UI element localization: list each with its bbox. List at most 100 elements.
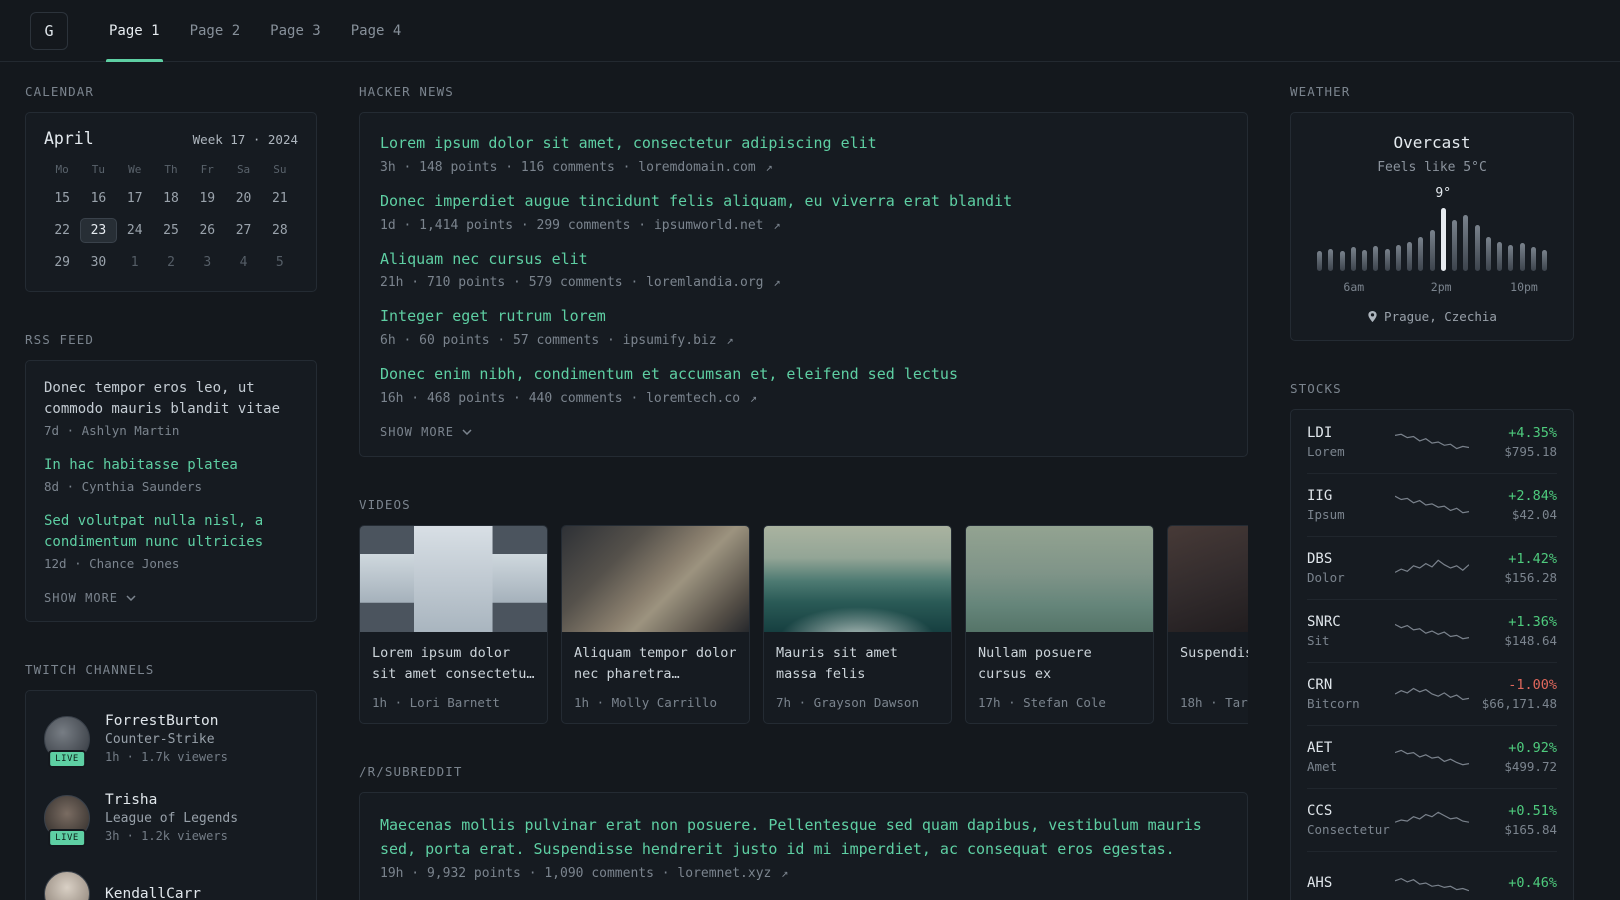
video-card[interactable]: Nullam posuere cursus ex 17h · Stefan Col… [965,524,1154,724]
stock-sparkline [1395,429,1469,455]
calendar-day: 21 [272,191,288,206]
stock-row[interactable]: IIG Ipsum +2.84% $42.04 [1307,473,1557,536]
subreddit-item-domain[interactable]: loremnet.xyz ↗ [677,866,788,881]
hackernews-item-domain[interactable]: loremtech.co ↗ [646,391,757,406]
stock-sparkline-chart [1395,623,1469,640]
rss-show-more-button[interactable]: SHOW MORE [44,591,136,605]
rss-item-title[interactable]: Donec tempor eros leo, ut commodo mauris… [44,378,298,420]
weather-card: Overcast Feels like 5°C 9° 6am 2pm 10pm Pr… [1290,112,1574,341]
tab-page-2[interactable]: Page 2 [175,0,256,61]
twitch-channel-row[interactable]: LIVE ForrestBurton Counter-Strike 1h · 1.7k… [44,699,298,778]
hackernews-item-meta: 1d · 1,414 points · 299 comments · ipsum… [380,218,1227,233]
stock-row[interactable]: SNRC Sit +1.36% $148.64 [1307,599,1557,662]
video-card-body: Nullam posuere cursus ex 17h · Stefan Col… [966,632,1153,723]
hackernews-item-title[interactable]: Aliquam nec cursus elit [380,249,588,271]
tab-page-4[interactable]: Page 4 [336,0,417,61]
calendar-day: 28 [272,223,288,238]
stock-row[interactable]: AET Amet +0.92% $499.72 [1307,725,1557,788]
tab-page-1[interactable]: Page 1 [94,0,175,62]
hackernews-item-domain[interactable]: ipsumify.biz ↗ [623,333,734,348]
rss-list: Donec tempor eros leo, ut commodo mauris… [44,378,298,571]
video-card[interactable]: Aliquam tempor dolor nec pharetra… 1h · M… [561,524,750,724]
weather-bar [1463,214,1469,271]
hackernews-item: Integer eget rutrum lorem 6h · 60 points … [380,306,1227,348]
calendar-day: 19 [199,191,216,206]
stock-values: +0.46% [1469,875,1557,891]
weather-bar [1384,248,1390,271]
twitch-channel-name[interactable]: KendallCarr [105,886,201,900]
twitch-channel-row[interactable]: LIVE Trisha League of Legends 3h · 1.2k vie… [44,778,298,857]
stock-sparkline-chart [1395,811,1469,823]
app-logo: G [30,11,68,50]
video-thumbnail [966,525,1153,632]
rss-item-meta: 8d · Cynthia Saunders [44,479,203,494]
stock-price: $165.84 [1504,822,1557,837]
subreddit-item-title[interactable]: Maecenas mollis pulvinar erat non posuer… [380,813,1227,861]
stock-name: Ipsum [1307,507,1345,522]
weather-bar [1485,236,1491,271]
subreddit-card: Maecenas mollis pulvinar erat non posuer… [359,791,1248,900]
hackernews-show-more-button[interactable]: SHOW MORE [380,425,472,439]
calendar-header: April Week 17 · 2024 [44,129,298,148]
video-title[interactable]: Lorem ipsum dolor sit amet consectetu… [372,643,535,685]
live-badge: LIVE [48,828,86,847]
stock-symbol: AET [1307,740,1333,756]
section-title-calendar: CALENDAR [25,84,95,99]
stock-sparkline-chart [1395,687,1469,701]
hackernews-item-title[interactable]: Donec imperdiet augue tincidunt felis al… [380,191,1012,213]
subreddit-section: /R/SUBREDDIT Maecenas mollis pulvinar er… [359,764,1248,900]
stock-row[interactable]: DBS Dolor +1.42% $156.28 [1307,536,1557,599]
video-card[interactable]: Mauris sit amet massa felis 7h · Grayson … [763,524,952,724]
stock-row[interactable]: LDI Lorem +4.35% $795.18 [1307,410,1557,473]
weather-bar [1395,244,1401,271]
hackernews-item-title[interactable]: Donec enim nibh, condimentum et accumsan… [380,364,958,386]
hackernews-item-title[interactable]: Lorem ipsum dolor sit amet, consectetur … [380,133,877,155]
twitch-avatar: LIVE [44,715,90,768]
stock-name: Dolor [1307,570,1345,585]
stock-price: $499.72 [1504,759,1557,774]
rss-item-title[interactable]: In hac habitasse platea [44,455,238,476]
weather-bar-current: 9° [1435,186,1451,271]
video-title[interactable]: Aliquam tempor dolor nec pharetra… [574,643,737,685]
hackernews-item: Donec enim nibh, condimentum et accumsan… [380,364,1227,406]
video-card[interactable]: Suspendisse diam 18h · Tara [1167,524,1248,724]
stock-sparkline [1395,492,1469,518]
section-title-twitch: TWITCH CHANNELS [25,662,155,677]
left-column: CALENDAR April Week 17 · 2024 Mo Tu We Th Fr… [25,84,317,900]
stock-values: +0.92% $499.72 [1469,740,1557,774]
rss-item-title[interactable]: Sed volutpat nulla nisl, a condimentum n… [44,511,298,553]
weather-bar [1362,249,1367,271]
tab-page-3[interactable]: Page 3 [255,0,336,61]
section-title-rss: RSS FEED [25,332,95,347]
video-card[interactable]: Lorem ipsum dolor sit amet consectetu… 1h… [359,524,548,724]
calendar-day: 3 [203,255,212,270]
stock-row[interactable]: AHS +0.46% [1307,851,1557,900]
stock-price: $156.28 [1504,570,1557,585]
hackernews-item-domain[interactable]: loremdomain.com ↗ [638,160,772,175]
twitch-channel-name[interactable]: Trisha [105,792,157,808]
stock-values: -1.00% $66,171.48 [1469,677,1557,711]
twitch-channel-name[interactable]: ForrestBurton [105,713,219,729]
weather-bar [1328,248,1334,271]
twitch-channel-row[interactable]: KendallCarr [44,857,298,900]
stock-sparkline [1395,555,1469,581]
twitch-card: LIVE ForrestBurton Counter-Strike 1h · 1.7k… [25,690,317,900]
weather-bar [1508,244,1514,271]
hackernews-item-domain[interactable]: loremlandia.org ↗ [646,275,780,290]
stock-symbol: CCS [1307,803,1333,819]
stock-name: Sit [1307,633,1330,648]
video-title[interactable]: Nullam posuere cursus ex [978,643,1141,685]
weather-bar [1350,247,1356,271]
twitch-channel-info: Trisha League of Legends 3h · 1.2k viewers [105,792,238,843]
stock-row[interactable]: CCS Consectetur +0.51% $165.84 [1307,788,1557,851]
hackernews-item-title[interactable]: Integer eget rutrum lorem [380,306,606,328]
chevron-down-icon [462,429,472,435]
hackernews-item-meta: 16h · 468 points · 440 comments · loremt… [380,391,1227,406]
hackernews-item-domain[interactable]: ipsumworld.net ↗ [654,218,781,233]
calendar-day: 29 [54,255,70,270]
video-title[interactable]: Mauris sit amet massa felis [776,643,939,685]
stock-sparkline [1395,681,1469,707]
stock-row[interactable]: CRN Bitcorn -1.00% $66,171.48 [1307,662,1557,725]
stock-info: AET Amet [1307,740,1395,774]
video-title[interactable]: Suspendisse diam [1180,643,1248,685]
